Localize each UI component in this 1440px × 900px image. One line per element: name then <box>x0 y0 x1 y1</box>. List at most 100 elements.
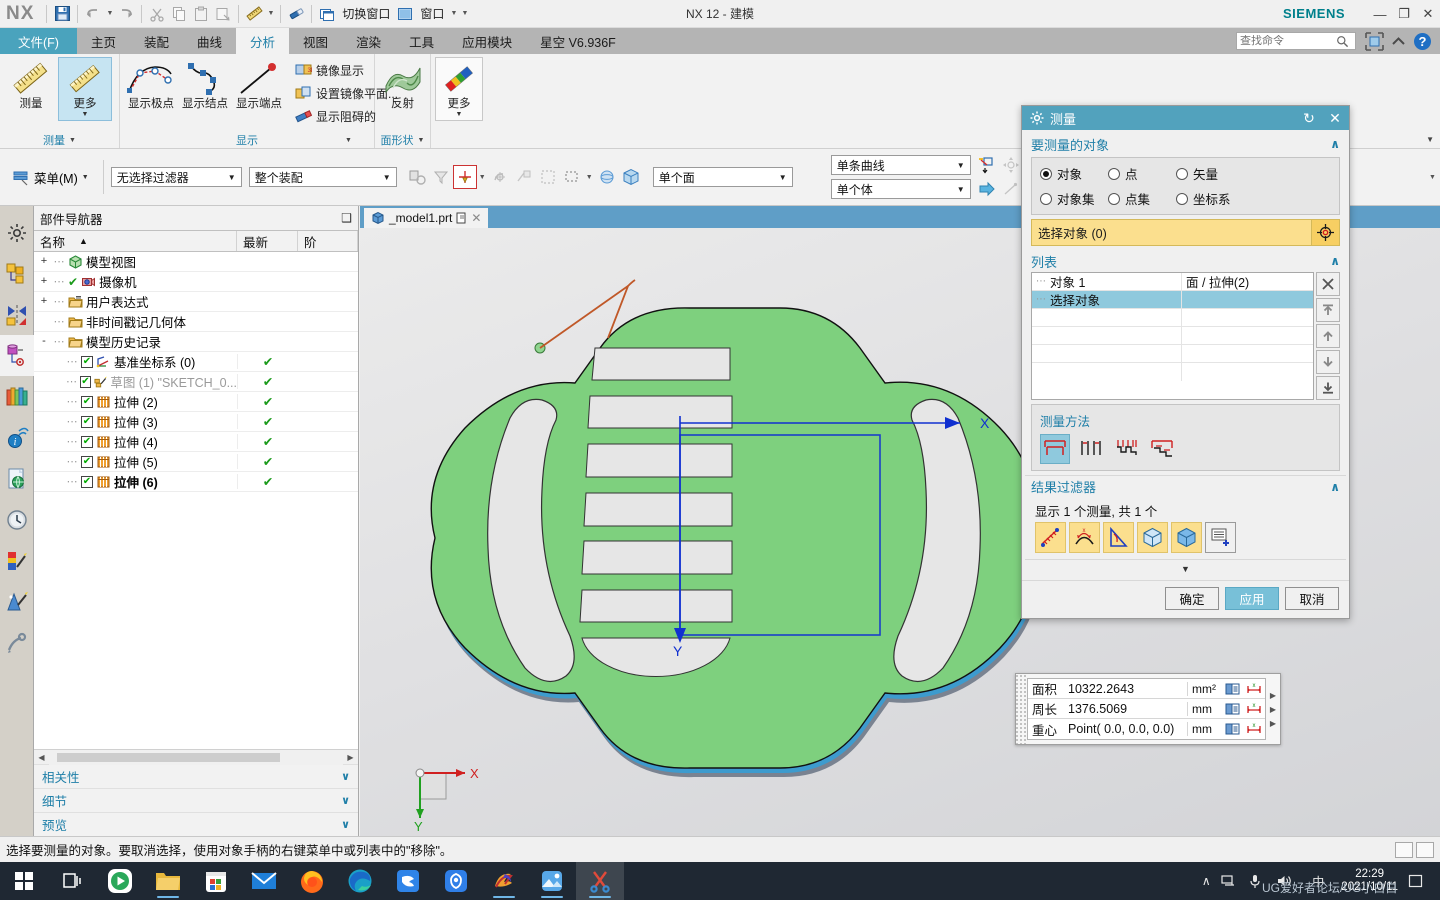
tab-render[interactable]: 渲染 <box>342 28 395 54</box>
expander-icon[interactable]: + <box>38 276 50 287</box>
microsoft-store-button[interactable] <box>192 862 240 900</box>
window-icon[interactable] <box>394 3 416 25</box>
dialog-title-bar[interactable]: 测量 ↻ ✕ <box>1022 106 1349 130</box>
list-item[interactable]: ⋯ 选择对象 <box>1032 291 1313 309</box>
task-view-button[interactable] <box>48 862 96 900</box>
measure-quick-icon[interactable] <box>243 3 265 25</box>
filter-point-icon[interactable] <box>1035 522 1066 553</box>
sketch-line-button[interactable] <box>999 177 1023 201</box>
command-search[interactable] <box>1236 32 1356 50</box>
ime-indicator[interactable]: 中 <box>1305 873 1331 890</box>
feature-checkbox[interactable]: ✔ <box>81 435 93 448</box>
radio-vector[interactable]: 矢量 <box>1176 164 1331 183</box>
selection-rectangle-button[interactable] <box>560 165 584 189</box>
scroll-thumb[interactable] <box>57 752 280 762</box>
tab-home[interactable]: 主页 <box>77 28 130 54</box>
table-row[interactable]: ⋯ 非时间戳记几何体 <box>34 312 358 332</box>
chevron-up-icon[interactable]: ∧ <box>1330 254 1340 268</box>
table-row[interactable]: ⋯ ✔ 基准坐标系 (0) ✔ <box>34 352 358 372</box>
ribbon-overflow-arrow[interactable]: ▼ <box>1426 135 1434 144</box>
rail-reuse-library-icon[interactable] <box>0 376 34 417</box>
chevron-down-icon[interactable]: ▼ <box>954 161 968 170</box>
filter-body-icon[interactable] <box>1171 522 1202 553</box>
pin-button[interactable]: ❑ <box>341 211 352 225</box>
chevron-down-icon[interactable]: ▼ <box>776 173 790 182</box>
move-down-button[interactable] <box>1316 350 1340 374</box>
navigator-tree[interactable]: + ⋯ 模型视图 + ⋯ ✔ 摄像机 + ⋯ 用户表达式 ⋯ 非时间戳记几何体 … <box>34 252 358 749</box>
table-row[interactable]: ⋯ ✔ 拉伸 (4) ✔ <box>34 432 358 452</box>
paste-button[interactable] <box>190 3 212 25</box>
measure-dialog[interactable]: 测量 ↻ ✕ 要测量的对象 ∧ 对象 点 矢量 对象集 点集 坐标系 选择对象 … <box>1021 105 1350 619</box>
chevron-down-icon[interactable]: ▼ <box>82 111 89 118</box>
column-order[interactable]: 阶 <box>298 231 358 251</box>
list-item[interactable]: ⋯ 对象 1 面 / 拉伸(2) <box>1032 273 1313 291</box>
start-button[interactable] <box>0 862 48 900</box>
help-icon[interactable]: ? <box>1410 30 1434 52</box>
selection-scope-combo[interactable]: 整个装配 ▼ <box>248 167 397 187</box>
table-row[interactable]: ⋯ ✔ 拉伸 (2) ✔ <box>34 392 358 412</box>
copy-value-icon[interactable] <box>1221 682 1243 696</box>
panel-preview[interactable]: 预览 ∨ <box>34 812 358 836</box>
tab-tools[interactable]: 工具 <box>395 28 448 54</box>
list-item[interactable] <box>1032 327 1313 345</box>
move-to-bottom-button[interactable] <box>1316 376 1340 400</box>
list-item[interactable] <box>1032 345 1313 363</box>
section-list[interactable]: 列表 ∧ <box>1025 250 1346 272</box>
method-multi-step-icon[interactable] <box>1112 434 1142 464</box>
chevron-up-icon[interactable]: ∧ <box>1330 480 1340 494</box>
tab-analysis[interactable]: 分析 <box>236 28 290 54</box>
selbar-overflow-arrow[interactable]: ▼ <box>1429 174 1440 181</box>
chevron-down-icon[interactable]: ▼ <box>380 173 394 182</box>
clock[interactable]: 22:29 2021/10/11 <box>1333 868 1406 894</box>
filter-angle-icon[interactable] <box>1103 522 1134 553</box>
table-row[interactable]: 周长 1376.5069 mm x <box>1028 699 1265 719</box>
dialog-expand-more[interactable]: ▼ <box>1025 559 1346 577</box>
method-simple-icon[interactable] <box>1040 434 1070 464</box>
tab-view[interactable]: 视图 <box>289 28 342 54</box>
mail-button[interactable] <box>240 862 288 900</box>
chevron-down-icon[interactable]: ∨ <box>341 794 350 807</box>
object-list-table[interactable]: ⋯ 对象 1 面 / 拉伸(2) ⋯ 选择对象 <box>1031 272 1314 400</box>
radio-csys[interactable]: 坐标系 <box>1176 189 1331 208</box>
list-item[interactable] <box>1032 309 1313 327</box>
network-icon[interactable] <box>1221 874 1247 888</box>
erase-button[interactable] <box>285 3 307 25</box>
file-explorer-button[interactable] <box>144 862 192 900</box>
expander-icon[interactable]: + <box>38 256 50 267</box>
tab-curve[interactable]: 曲线 <box>183 28 236 54</box>
annotate-icon[interactable]: x <box>1243 722 1265 736</box>
save-button[interactable] <box>51 3 73 25</box>
snap-point-toggle-button[interactable] <box>488 165 512 189</box>
select-body-button[interactable] <box>619 165 643 189</box>
close-icon[interactable]: ✕ <box>1325 110 1345 127</box>
radio-object-set[interactable]: 对象集 <box>1040 189 1108 208</box>
status-icon-1[interactable] <box>1395 841 1413 858</box>
select-general-objects-button[interactable] <box>405 165 429 189</box>
window-dropdown-arrow[interactable]: ▼ <box>448 10 459 17</box>
expand-arrow-icon[interactable]: ▶ <box>1270 691 1276 700</box>
measure-dropdown-arrow[interactable]: ▼ <box>265 10 276 17</box>
select-feature-button[interactable] <box>536 165 560 189</box>
rail-assembly-navigator-icon[interactable] <box>0 253 34 294</box>
full-screen-button[interactable] <box>1362 30 1386 52</box>
group-face-shape-expand-arrow[interactable]: ▼ <box>418 137 425 144</box>
scroll-track[interactable] <box>49 749 343 765</box>
filter-curve-icon[interactable]: x <box>1069 522 1100 553</box>
feature-checkbox[interactable]: ✔ <box>80 375 91 388</box>
cut-button[interactable] <box>146 3 168 25</box>
measure-more-button[interactable]: 更多 ▼ <box>58 57 112 121</box>
tab-assembly[interactable]: 装配 <box>130 28 183 54</box>
move-object-button[interactable] <box>999 153 1023 177</box>
method-two-gaps-icon[interactable] <box>1076 434 1106 464</box>
select-sphere-button[interactable] <box>595 165 619 189</box>
column-uptodate[interactable]: 最新 <box>237 231 298 251</box>
show-endpoints-button[interactable]: 显示端点 <box>232 57 286 114</box>
radio-point[interactable]: 点 <box>1108 164 1176 183</box>
rail-settings-icon[interactable] <box>0 212 34 253</box>
search-input[interactable] <box>1240 35 1336 47</box>
rail-web-browser-icon[interactable] <box>0 458 34 499</box>
3d-app-button[interactable] <box>480 862 528 900</box>
table-row[interactable]: - ⋯ 模型历史记录 <box>34 332 358 352</box>
undo-dropdown-arrow[interactable]: ▼ <box>104 10 115 17</box>
rail-part-navigator-icon[interactable] <box>0 335 34 376</box>
